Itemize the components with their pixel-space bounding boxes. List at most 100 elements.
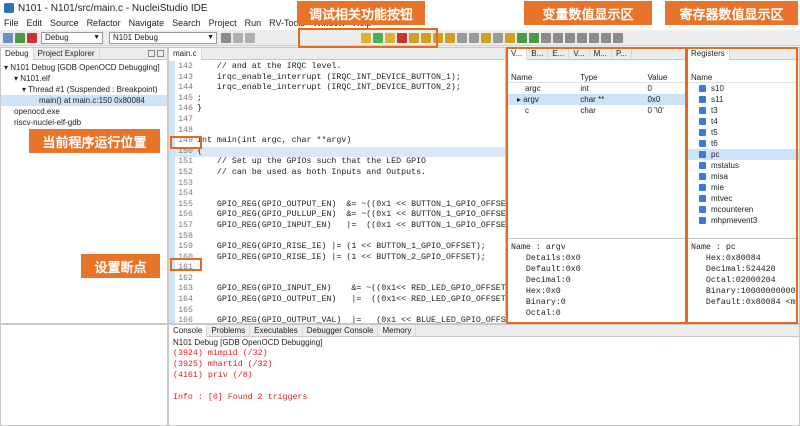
code-line[interactable]: 145;	[175, 94, 505, 105]
new-class-icon[interactable]	[541, 32, 551, 43]
run-icon[interactable]	[517, 32, 527, 43]
tab-main-c[interactable]: main.c	[169, 47, 202, 60]
line-number[interactable]: 157	[175, 221, 197, 232]
tab-memory[interactable]: Memory	[378, 324, 417, 337]
code-text: GPIO_REG(GPIO_INPUT_EN) |= ((0x1 << BUTT…	[197, 220, 526, 230]
debug-icon[interactable]	[529, 32, 539, 43]
tree-item-thread[interactable]: ▾ Thread #1 (Suspended : Breakpoint)	[1, 84, 167, 95]
gear-icon[interactable]	[221, 32, 231, 43]
code-line[interactable]: 149 int main(int argc, char **argv)	[175, 136, 505, 147]
current-position-callout: 当前程序运行位置	[29, 129, 160, 153]
menu-run[interactable]: Run	[241, 18, 266, 28]
tab-executables[interactable]: Executables	[250, 324, 303, 337]
code-line[interactable]: 151 // Set up the GPIOs such that the LE…	[175, 157, 505, 168]
tree-item-launch[interactable]: ▾ N101 Debug [GDB OpenOCD Debugging]	[1, 62, 167, 73]
tree-item-stack-frame[interactable]: main() at main.c:150 0x80084	[1, 95, 167, 106]
menu-file[interactable]: File	[0, 18, 23, 28]
tree-item-openocd[interactable]: openocd.exe	[1, 106, 167, 117]
code-line[interactable]: 148	[175, 126, 505, 137]
code-line[interactable]: 152 // can be used as both Inputs and Ou…	[175, 168, 505, 179]
tab-debug[interactable]: Debug	[1, 47, 34, 60]
line-number[interactable]: 143	[175, 73, 197, 84]
line-number[interactable]: 152	[175, 168, 197, 179]
search-icon[interactable]	[565, 32, 575, 43]
instruction-step-icon[interactable]	[457, 32, 467, 43]
console-output[interactable]: (3924) mimpid (/32) (3925) mhartid (/32) (…	[169, 348, 799, 403]
code-line[interactable]: 165	[175, 306, 505, 317]
code-line[interactable]: 142 // and at the IRQC level.	[175, 62, 505, 73]
menu-navigate[interactable]: Navigate	[125, 18, 169, 28]
chevron-down-icon: ▼	[207, 33, 214, 41]
line-number[interactable]: 162	[175, 274, 197, 285]
line-number[interactable]: 163	[175, 284, 197, 295]
line-number[interactable]: 156	[175, 210, 197, 221]
line-number[interactable]: 154	[175, 189, 197, 200]
line-number[interactable]: 159	[175, 242, 197, 253]
filter-icon[interactable]	[493, 32, 503, 43]
line-number[interactable]: 165	[175, 306, 197, 317]
line-number[interactable]: 148	[175, 126, 197, 137]
code-line[interactable]: 150{	[175, 146, 505, 158]
code-text: GPIO_REG(GPIO_OUTPUT_EN) &= ~((0x1 << BU…	[197, 199, 526, 209]
line-number[interactable]: 164	[175, 295, 197, 306]
restart-icon[interactable]	[469, 32, 479, 43]
maximize-icon[interactable]	[157, 50, 164, 57]
line-number[interactable]: 153	[175, 179, 197, 190]
forward-icon[interactable]	[613, 32, 623, 43]
tab-problems[interactable]: Problems	[207, 324, 251, 337]
save-icon[interactable]	[233, 32, 243, 43]
tab-console[interactable]: Console	[169, 324, 208, 337]
menu-edit[interactable]: Edit	[23, 18, 47, 28]
code-line[interactable]: 156 GPIO_REG(GPIO_PULLUP_EN) &= ~((0x1 <…	[175, 210, 526, 221]
code-line[interactable]: 157 GPIO_REG(GPIO_INPUT_EN) |= ((0x1 << …	[175, 221, 526, 232]
code-line[interactable]: 163 GPIO_REG(GPIO_INPUT_EN) &= ~((0x1<< …	[175, 284, 536, 295]
line-number[interactable]: 142	[175, 62, 197, 73]
minimize-icon[interactable]	[148, 50, 155, 57]
launch-config-select[interactable]: N101 Debug ▼	[109, 31, 217, 44]
reset-icon[interactable]	[481, 32, 491, 43]
external-tools-icon[interactable]	[505, 32, 515, 43]
tree-item-gdb[interactable]: riscv-nuclei-elf-gdb	[1, 117, 167, 128]
code-line[interactable]: 164 GPIO_REG(GPIO_OUTPUT_EN) |= ((0x1<< …	[175, 295, 531, 306]
line-number[interactable]: 155	[175, 200, 197, 211]
code-line[interactable]: 161	[175, 263, 505, 274]
code-line[interactable]: 160 GPIO_REG(GPIO_RISE_IE) |= (1 << BUTT…	[175, 253, 505, 264]
line-number[interactable]: 145	[175, 94, 197, 105]
code-area[interactable]: 142 // and at the IRQC level. 143 irqc_en…	[175, 62, 536, 337]
code-line[interactable]: 154	[175, 189, 505, 200]
tree-item-elf[interactable]: ▾ N101.elf	[1, 73, 167, 84]
code-line[interactable]: 147	[175, 115, 505, 126]
open-type-icon[interactable]	[553, 32, 563, 43]
next-annotation-icon[interactable]	[577, 32, 587, 43]
launch-mode-select[interactable]: Debug ▼	[41, 31, 103, 44]
code-line[interactable]: 162	[175, 274, 505, 285]
stop-icon[interactable]	[27, 32, 37, 43]
tab-debugger-console[interactable]: Debugger Console	[303, 324, 379, 337]
tab-project-explorer[interactable]: Project Explorer	[34, 47, 100, 60]
line-number[interactable]: 147	[175, 115, 197, 126]
prev-annotation-icon[interactable]	[589, 32, 599, 43]
menu-search[interactable]: Search	[168, 18, 205, 28]
menu-refactor[interactable]: Refactor	[83, 18, 125, 28]
line-number[interactable]: 151	[175, 157, 197, 168]
code-line[interactable]: 153	[175, 179, 505, 190]
code-line[interactable]: 146}	[175, 104, 505, 115]
code-line[interactable]: 144 irqc_enable_interrupt (IRQC_INT_DEVI…	[175, 83, 505, 94]
build-icon[interactable]	[3, 32, 13, 43]
code-line[interactable]: 155 GPIO_REG(GPIO_OUTPUT_EN) &= ~((0x1 <…	[175, 200, 526, 211]
line-number[interactable]: 146	[175, 104, 197, 115]
back-icon[interactable]	[601, 32, 611, 43]
debug-launch-icon[interactable]	[15, 32, 25, 43]
menu-source[interactable]: Source	[46, 18, 83, 28]
line-number[interactable]: 144	[175, 83, 197, 94]
code-line[interactable]: 143 irqc_enable_interrupt (IRQC_INT_DEVI…	[175, 73, 505, 84]
step-return-icon[interactable]	[445, 32, 455, 43]
line-number[interactable]: 158	[175, 232, 197, 243]
code-line[interactable]: 158	[175, 232, 505, 243]
code-text: int main(int argc, char **argv)	[197, 136, 352, 146]
console-tabbar: Console Problems Executables Debugger Co…	[169, 324, 799, 337]
print-icon[interactable]	[245, 32, 255, 43]
code-line[interactable]: 159 GPIO_REG(GPIO_RISE_IE) |= (1 << BUTT…	[175, 242, 505, 253]
menu-project[interactable]: Project	[205, 18, 241, 28]
